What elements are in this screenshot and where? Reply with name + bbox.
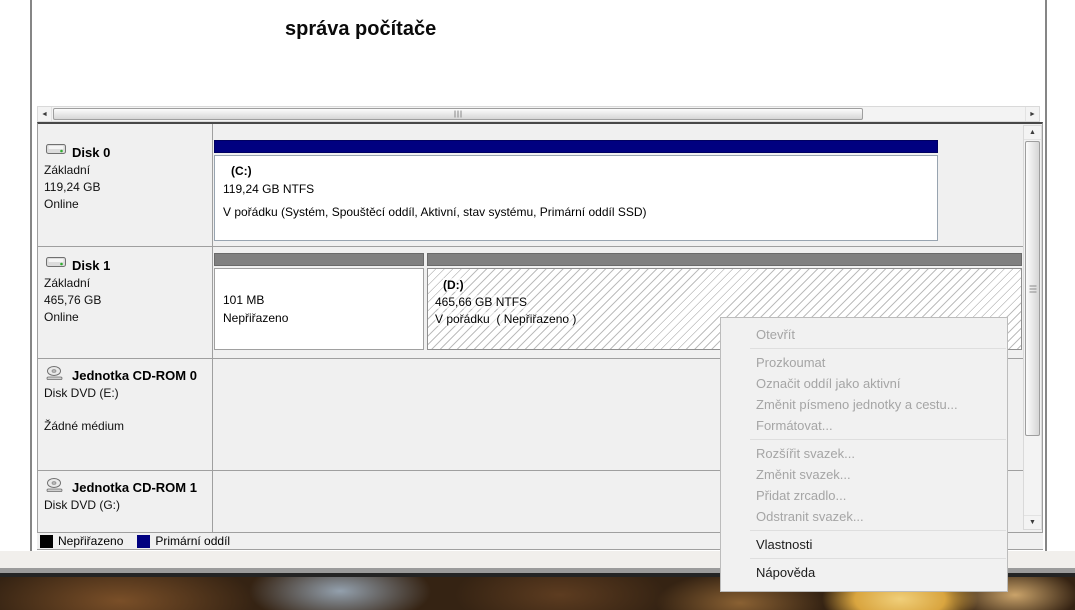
horizontal-scrollbar-thumb[interactable] [53,108,863,120]
disk0-icon [46,143,66,155]
partition-c-label: (C:) [231,164,252,178]
partition-c-size: 119,24 GB NTFS [223,182,315,196]
menu-item-mark-active[interactable]: Označit oddíl jako aktivní [722,373,1006,394]
context-menu: Otevřít Prozkoumat Označit oddíl jako ak… [720,317,1008,592]
thumb-grip-icon [1029,285,1036,292]
cdrom0-type: Disk DVD (E:) [44,386,119,400]
unallocated-swatch-icon [40,534,53,548]
menu-separator [750,348,1006,349]
cdrom1-type: Disk DVD (G:) [44,498,120,512]
scroll-right-icon[interactable]: ► [1025,107,1039,121]
disk0-status: Online [44,197,79,211]
partition-c-color-bar [214,140,938,153]
scroll-left-icon[interactable]: ◄ [38,107,52,121]
disk1-icon [46,256,66,268]
menu-item-change-letter[interactable]: Změnit písmeno jednotky a cestu... [722,394,1006,415]
cdrom0-icon [46,366,64,381]
scroll-down-icon[interactable]: ▼ [1024,515,1041,529]
menu-item-delete-volume[interactable]: Odstranit svazek... [722,506,1006,527]
menu-separator [750,439,1006,440]
disk1-type: Základní [44,276,91,290]
disk1-status: Online [44,310,79,324]
legend-unallocated-label: Nepřiřazeno [58,534,124,548]
window-border-right [1045,0,1047,568]
legend-unallocated: Nepřiřazeno [40,534,123,548]
legend-primary: Primární oddíl [137,534,230,548]
partition-c-box[interactable]: (C:) 119,24 GB NTFS V pořádku (Systém, S… [214,155,938,241]
disk1-name[interactable]: Disk 1 [72,258,110,273]
menu-item-add-mirror[interactable]: Přidat zrcadlo... [722,485,1006,506]
cdrom0-status: Žádné médium [44,419,125,433]
disk1-size: 465,76 GB [44,293,102,307]
cdrom1-name[interactable]: Jednotka CD-ROM 1 [72,480,197,495]
menu-item-format[interactable]: Formátovat... [722,415,1006,436]
vertical-scrollbar[interactable]: ▲ ▼ [1023,125,1042,530]
cdrom0-name[interactable]: Jednotka CD-ROM 0 [72,368,197,383]
window-border-left [30,0,32,568]
row-separator [37,246,1043,247]
menu-item-extend-volume[interactable]: Rozšířit svazek... [722,443,1006,464]
horizontal-scrollbar[interactable]: ◄ ► [37,106,1040,122]
disk0-size: 119,24 GB [44,180,101,194]
computer-management-screen: správa počítače ◄ ► Disk 0 Základní 119,… [0,0,1075,610]
menu-separator [750,558,1006,559]
unallocated-status: Nepřiřazeno [223,311,289,325]
partition-d-size: 465,66 GB NTFS [435,295,528,309]
primary-swatch-icon [137,534,151,548]
thumb-grip-icon [454,110,462,118]
partition-c-status: V pořádku (Systém, Spouštěcí oddíl, Akti… [223,205,647,219]
menu-item-explore[interactable]: Prozkoumat [722,352,1006,373]
unallocated-box[interactable]: 101 MB Nepřiřazeno [214,268,424,350]
partition-d-color-bar [427,253,1022,266]
cdrom1-icon [46,478,64,493]
menu-item-help[interactable]: Nápověda [722,562,1006,583]
menu-item-shrink-volume[interactable]: Změnit svazek... [722,464,1006,485]
disk0-type: Základní [44,163,91,177]
partition-d-label: (D:) [443,278,464,292]
unallocated-size: 101 MB [223,293,265,307]
unallocated-color-bar [214,253,424,266]
scroll-up-icon[interactable]: ▲ [1024,126,1041,140]
partition-d-status: V pořádku ( Nepřiřazeno ) [435,312,577,326]
menu-item-open[interactable]: Otevřít [722,324,1006,345]
menu-separator [750,530,1006,531]
menu-item-properties[interactable]: Vlastnosti [722,534,1006,555]
disk0-name[interactable]: Disk 0 [72,145,110,160]
vertical-scrollbar-thumb[interactable] [1025,141,1040,436]
page-title: správa počítače [285,18,437,40]
legend-primary-label: Primární oddíl [155,534,231,548]
